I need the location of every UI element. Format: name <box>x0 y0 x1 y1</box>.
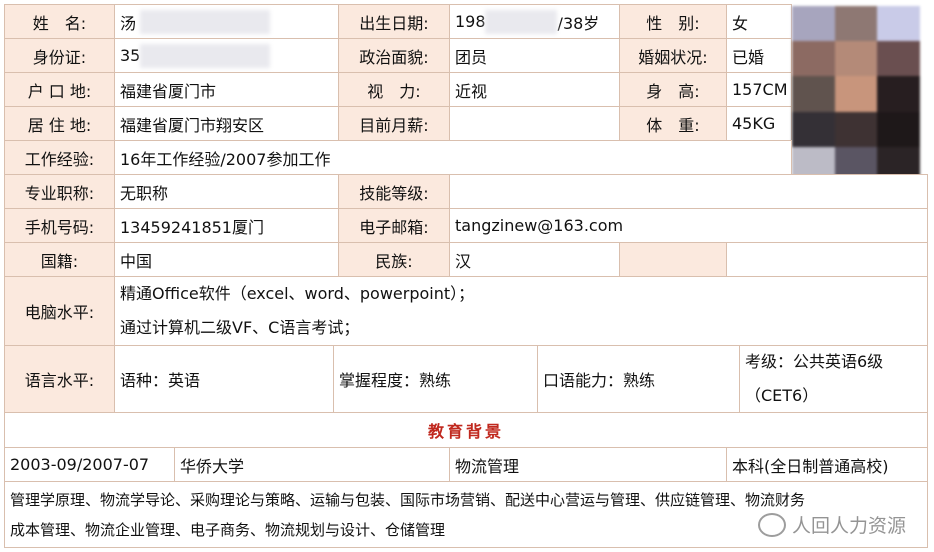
education-section-title: 教育背景 <box>4 412 928 448</box>
photo-pixel <box>877 76 920 112</box>
redaction-mask <box>485 10 557 34</box>
empty-value-cell <box>726 242 928 277</box>
experience-label: 工作经验: <box>4 140 115 175</box>
height-value: 157CM <box>726 72 792 107</box>
photo-pixel <box>792 111 835 147</box>
nationality-label: 国籍: <box>4 242 115 277</box>
wechat-icon <box>757 512 786 537</box>
title-value: 无职称 <box>114 174 339 209</box>
nationality-value: 中国 <box>114 242 339 277</box>
gender-label: 性 别: <box>619 4 727 39</box>
hukou-value: 福建省厦门市 <box>114 72 339 107</box>
height-label: 身 高: <box>619 72 727 107</box>
marital-value: 已婚 <box>726 38 792 73</box>
salary-value <box>449 106 620 141</box>
photo-pixel <box>877 111 920 147</box>
skill-label: 技能等级: <box>338 174 450 209</box>
language-exam-line-2: （CET6） <box>745 386 819 405</box>
skill-value <box>449 174 928 209</box>
education-school: 华侨大学 <box>174 447 450 482</box>
gender-value: 女 <box>726 4 792 39</box>
courses-line-2: 成本管理、物流企业管理、电子商务、物流规划与设计、仓储管理 <box>10 520 446 539</box>
redaction-mask <box>140 44 270 68</box>
ethnic-label: 民族: <box>338 242 450 277</box>
email-value: tangzinew@163.com <box>449 208 928 243</box>
photo-pixel <box>877 41 920 77</box>
language-oral: 口语能力：熟练 <box>537 345 740 413</box>
birth-label: 出生日期: <box>338 4 450 39</box>
language-exam: 考级：公共英语6级 （CET6） <box>739 345 928 413</box>
photo-pixel <box>834 76 878 112</box>
political-label: 政治面貌: <box>338 38 450 73</box>
language-label: 语言水平: <box>4 345 115 413</box>
photo-pixel <box>792 41 835 77</box>
computer-value: 精通Office软件（excel、word、powerpoint）； 通过计算机… <box>114 276 928 346</box>
profile-photo <box>792 6 920 182</box>
watermark: 人回人力资源 <box>757 511 906 538</box>
political-value: 团员 <box>449 38 620 73</box>
photo-pixel <box>834 41 878 77</box>
redaction-mask <box>140 10 270 34</box>
name-label: 姓 名: <box>4 4 115 39</box>
salary-label: 目前月薪: <box>338 106 450 141</box>
photo-pixel <box>834 111 878 147</box>
photo-pixel <box>834 6 878 42</box>
hukou-label: 户 口 地: <box>4 72 115 107</box>
residence-value: 福建省厦门市翔安区 <box>114 106 339 141</box>
courses-line-1: 管理学原理、物流学导论、采购理论与策略、运输与包装、国际市场营销、配送中心营运与… <box>10 490 806 509</box>
computer-line-1: 精通Office软件（excel、word、powerpoint）； <box>120 284 475 303</box>
photo-pixel <box>877 6 920 42</box>
education-major: 物流管理 <box>449 447 727 482</box>
photo-pixel <box>792 6 835 42</box>
weight-value: 45KG <box>726 106 792 141</box>
marital-label: 婚姻状况: <box>619 38 727 73</box>
title-label: 专业职称: <box>4 174 115 209</box>
computer-label: 电脑水平: <box>4 276 115 346</box>
language-exam-line-1: 考级：公共英语6级 <box>745 352 884 371</box>
email-label: 电子邮箱: <box>338 208 450 243</box>
ethnic-value: 汉 <box>449 242 620 277</box>
computer-line-2: 通过计算机二级VF、C语言考试； <box>120 318 360 337</box>
experience-value: 16年工作经验/2007参加工作 <box>114 140 792 175</box>
id-label: 身份证: <box>4 38 115 73</box>
education-degree: 本科(全日制普通高校) <box>726 447 928 482</box>
vision-label: 视 力: <box>338 72 450 107</box>
photo-pixel <box>792 76 835 112</box>
empty-label-cell <box>619 242 727 277</box>
residence-label: 居 住 地: <box>4 106 115 141</box>
phone-label: 手机号码: <box>4 208 115 243</box>
vision-value: 近视 <box>449 72 620 107</box>
language-mastery: 掌握程度：熟练 <box>333 345 538 413</box>
weight-label: 体 重: <box>619 106 727 141</box>
language-kind: 语种：英语 <box>114 345 334 413</box>
phone-value: 13459241851厦门 <box>114 208 339 243</box>
education-period: 2003-09/2007-07 <box>4 447 175 482</box>
